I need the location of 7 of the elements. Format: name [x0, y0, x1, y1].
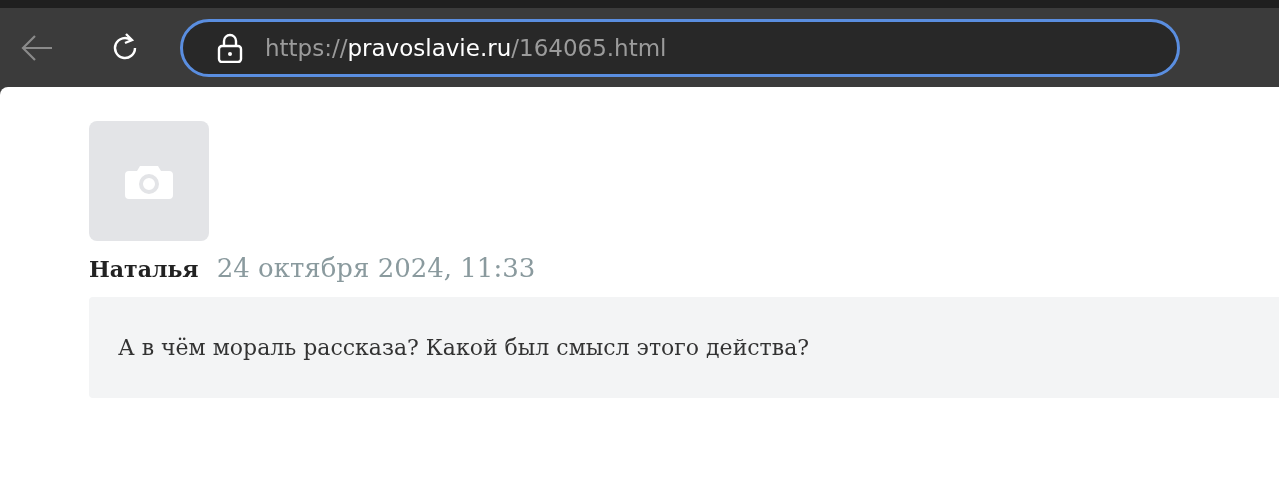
- url-text[interactable]: https://pravoslavie.ru/164065.html: [265, 34, 667, 61]
- back-icon[interactable]: [20, 32, 54, 63]
- author-name: Наталья: [89, 256, 199, 282]
- lock-icon: [217, 32, 243, 63]
- comment-text: А в чём мораль рассказа? Какой был смысл этого действа?: [118, 335, 810, 360]
- address-bar[interactable]: https://pravoslavie.ru/164065.html: [180, 18, 1180, 77]
- comment-date: 24 октября 2024, 11:33: [216, 253, 536, 283]
